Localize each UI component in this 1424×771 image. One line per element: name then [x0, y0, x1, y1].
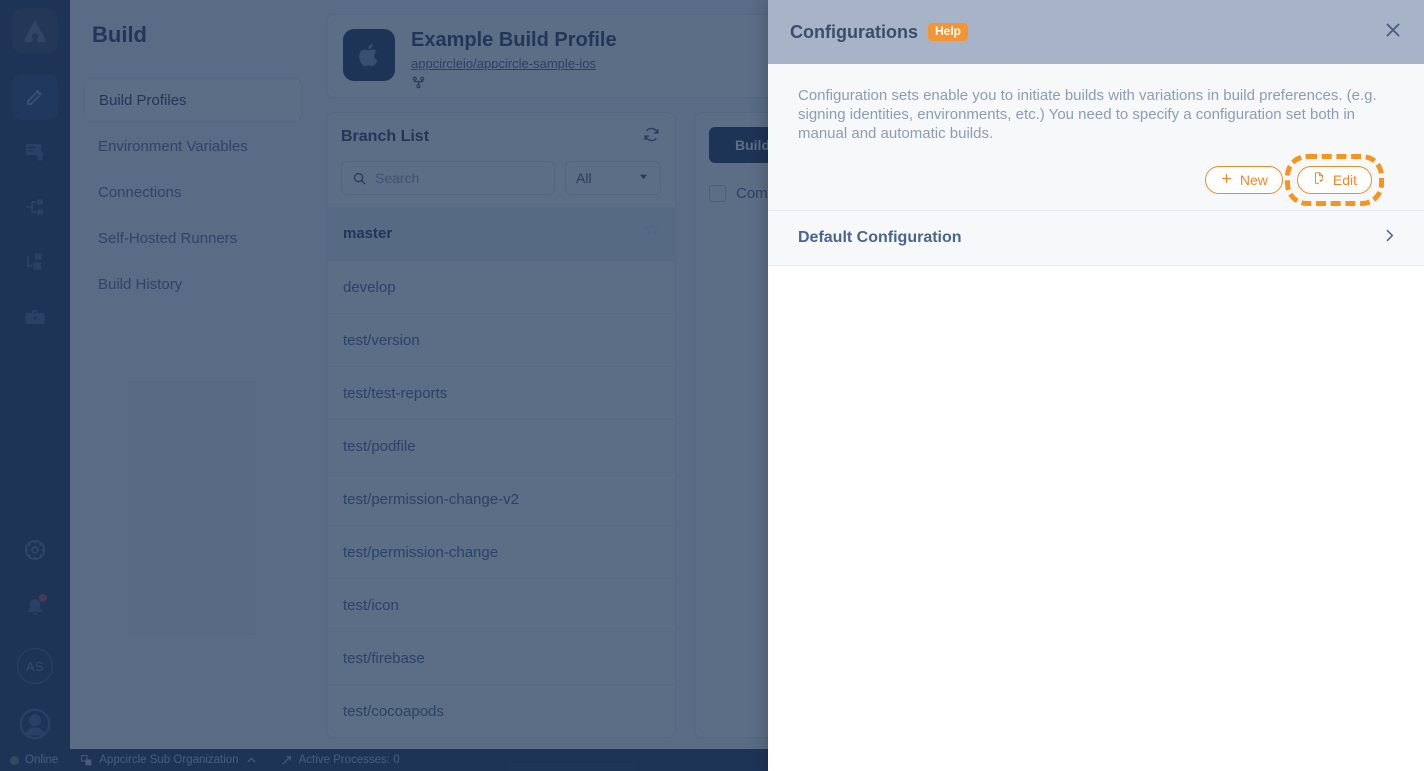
configurations-modal: Configurations Help Configuration sets e…: [768, 0, 1424, 771]
document-edit-icon: [1312, 171, 1326, 188]
screen-root: AS Build Build Profiles Environment Vari…: [0, 0, 1424, 771]
modal-description-section: Configuration sets enable you to initiat…: [768, 64, 1424, 211]
configuration-list: Default Configuration: [768, 210, 1424, 266]
modal-description: Configuration sets enable you to initiat…: [798, 87, 1377, 143]
close-icon[interactable]: [1382, 19, 1404, 46]
modal-empty-area: [768, 265, 1424, 771]
modal-title-group: Configurations Help: [790, 21, 969, 43]
chevron-right-icon: [1381, 227, 1398, 249]
edit-button-highlight-wrap: Edit: [1284, 153, 1384, 206]
modal-header: Configurations Help: [768, 0, 1424, 64]
configuration-name: Default Configuration: [798, 228, 962, 246]
modal-action-buttons: New Edit: [798, 153, 1398, 206]
new-configuration-label: New: [1239, 171, 1268, 188]
edit-configuration-button[interactable]: Edit: [1296, 165, 1372, 194]
edit-configuration-label: Edit: [1332, 171, 1357, 188]
new-configuration-button[interactable]: New: [1204, 165, 1283, 194]
modal-title: Configurations: [790, 21, 918, 42]
help-badge[interactable]: Help: [928, 22, 969, 42]
configuration-row[interactable]: Default Configuration: [768, 211, 1424, 266]
plus-icon: [1220, 172, 1233, 188]
